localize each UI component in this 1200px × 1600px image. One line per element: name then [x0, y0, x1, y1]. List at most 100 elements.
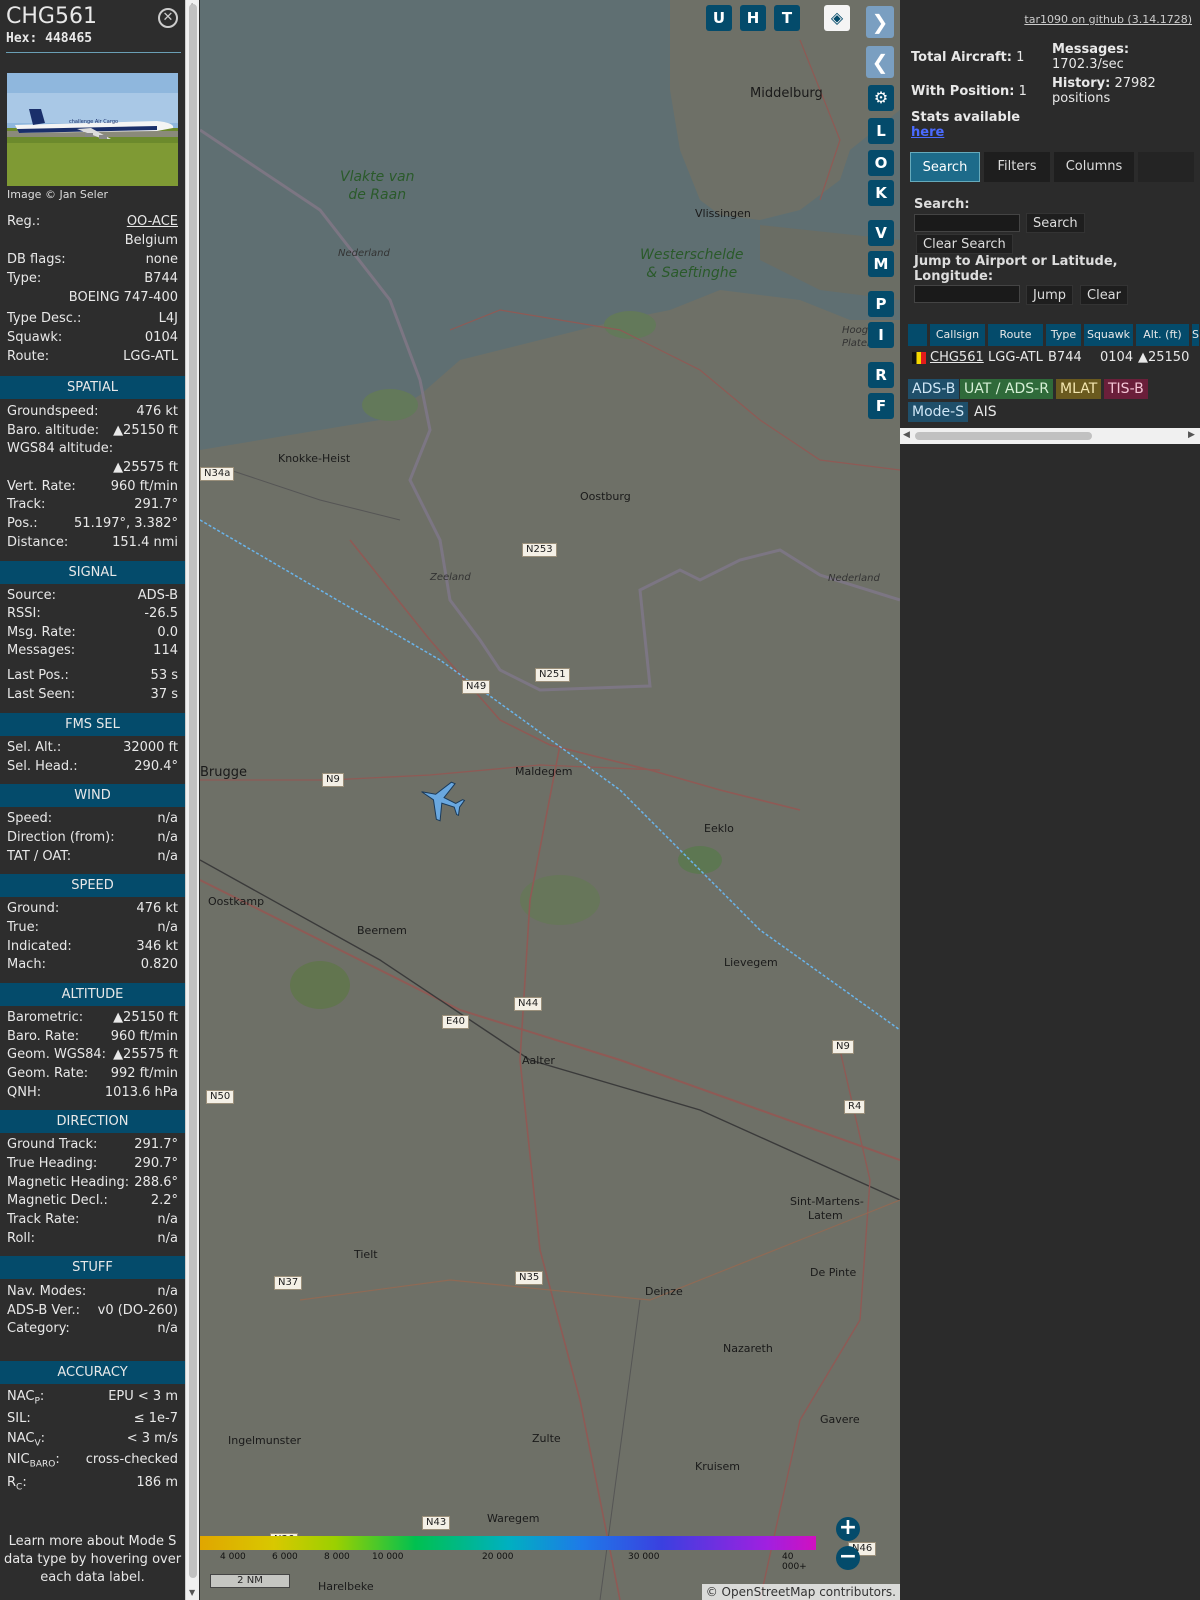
data-label[interactable]: Last Pos.:	[7, 667, 69, 685]
data-label[interactable]: Magnetic Decl.:	[7, 1192, 108, 1210]
aircraft-callsign: CHG561	[6, 4, 97, 29]
search-button[interactable]: Search	[1026, 213, 1085, 233]
tab-search[interactable]: Search	[910, 152, 980, 182]
data-label[interactable]: NACP:	[7, 1388, 44, 1411]
column-flag[interactable]	[908, 324, 928, 346]
map-view[interactable]: Middelburg Vlissingen Knokke-Heist Oostburg…	[200, 0, 900, 1600]
github-link[interactable]: tar1090 on github (3.14.1728)	[1024, 13, 1192, 26]
clear-search-button[interactable]: Clear Search	[916, 234, 1013, 254]
map-button-u[interactable]: U	[706, 5, 732, 31]
source-tag: ADS-B	[908, 379, 960, 399]
column-altitude[interactable]: Alt. (ft)	[1136, 324, 1190, 346]
data-label[interactable]: ADS-B Ver.:	[7, 1302, 80, 1320]
column-callsign[interactable]: Callsign	[930, 324, 986, 346]
info-row-value: BOEING 747-400	[68, 290, 178, 305]
settings-gear-icon[interactable]: ⚙	[868, 85, 894, 111]
data-label[interactable]: Geom. Rate:	[7, 1065, 88, 1083]
map-button-k[interactable]: K	[868, 180, 894, 206]
map-button-f[interactable]: F	[868, 393, 894, 419]
data-label[interactable]: Direction (from):	[7, 829, 115, 847]
data-label[interactable]: Ground:	[7, 900, 59, 918]
data-label[interactable]: Geom. WGS84:	[7, 1046, 106, 1064]
data-label[interactable]: Track:	[7, 496, 45, 514]
data-value: v0 (DO-260)	[97, 1303, 178, 1318]
data-label[interactable]: Groundspeed:	[7, 403, 98, 421]
tab-columns[interactable]: Columns	[1054, 152, 1134, 182]
aircraft-photo[interactable]: challenge Air Cargo	[7, 73, 178, 186]
data-label[interactable]: True Heading:	[7, 1155, 97, 1173]
map-button-r[interactable]: R	[868, 362, 894, 388]
column-speed[interactable]: S	[1192, 324, 1200, 346]
data-label[interactable]: True:	[7, 919, 39, 937]
scroll-right-icon[interactable]: ▶	[1188, 430, 1195, 440]
stats-link[interactable]: here	[911, 125, 944, 140]
data-label[interactable]: Baro. Rate:	[7, 1028, 79, 1046]
zoom-out-icon[interactable]: −	[836, 1546, 860, 1570]
table-horizontal-scrollbar[interactable]: ◀ ▶	[900, 428, 1200, 444]
data-value: ≤ 1e-7	[133, 1411, 178, 1426]
map-attribution[interactable]: © OpenStreetMap contributors.	[701, 1584, 900, 1600]
row-callsign[interactable]: CHG561	[930, 348, 984, 368]
info-panel-scrollbar[interactable]: ▲ ▼	[185, 0, 199, 1600]
scrollbar-thumb[interactable]	[189, 4, 197, 1578]
data-label[interactable]: Sel. Alt.:	[7, 739, 61, 757]
column-route[interactable]: Route	[988, 324, 1044, 346]
data-label[interactable]: Last Seen:	[7, 686, 75, 704]
data-label[interactable]: Speed:	[7, 810, 52, 828]
map-button-t[interactable]: T	[774, 5, 800, 31]
map-button-v[interactable]: V	[868, 220, 894, 246]
zoom-in-icon[interactable]: +	[836, 1517, 860, 1541]
close-icon[interactable]: ✕	[158, 8, 178, 28]
data-label[interactable]: Barometric:	[7, 1009, 83, 1027]
data-label[interactable]: Source:	[7, 587, 56, 605]
data-label[interactable]: Track Rate:	[7, 1211, 79, 1229]
map-button-l[interactable]: L	[868, 118, 894, 144]
data-label[interactable]: Nav. Modes:	[7, 1283, 86, 1301]
data-label[interactable]: NACV:	[7, 1430, 45, 1453]
map-button-p[interactable]: P	[868, 291, 894, 317]
data-label[interactable]: TAT / OAT:	[7, 848, 71, 866]
data-label[interactable]: Category:	[7, 1320, 70, 1338]
data-label[interactable]: Indicated:	[7, 938, 72, 956]
data-label[interactable]: NICBARO:	[7, 1451, 60, 1474]
place-label: Deinze	[645, 1285, 683, 1298]
stats-available: Stats available here	[911, 110, 1020, 140]
tab-filters[interactable]: Filters	[984, 152, 1050, 182]
layers-icon[interactable]: ◈	[824, 5, 850, 31]
clear-button[interactable]: Clear	[1080, 285, 1128, 305]
aircraft-icon[interactable]	[414, 773, 469, 826]
direction-row: True Heading: 290.7°	[7, 1155, 178, 1173]
horizontal-scrollbar-thumb[interactable]	[915, 432, 1092, 440]
column-type[interactable]: Type	[1046, 324, 1082, 346]
data-label[interactable]: Sel. Head.:	[7, 758, 78, 776]
search-input[interactable]	[914, 214, 1020, 232]
source-tag: MLAT	[1056, 379, 1102, 399]
jump-input[interactable]	[914, 285, 1020, 303]
data-label[interactable]: Roll:	[7, 1230, 35, 1248]
map-button-o[interactable]: O	[868, 150, 894, 176]
info-row-value[interactable]: OO-ACE	[127, 213, 178, 231]
data-label[interactable]: Magnetic Heading:	[7, 1174, 129, 1192]
data-label[interactable]: RC:	[7, 1474, 27, 1497]
data-label[interactable]: WGS84 altitude:	[7, 440, 113, 458]
tab-extra[interactable]	[1138, 152, 1194, 182]
map-button-h[interactable]: H	[740, 5, 766, 31]
scroll-down-icon[interactable]: ▼	[189, 1588, 195, 1597]
data-label[interactable]: Mach:	[7, 956, 46, 974]
data-label[interactable]: Baro. altitude:	[7, 422, 99, 440]
jump-button[interactable]: Jump	[1026, 285, 1073, 305]
data-label[interactable]: Distance:	[7, 534, 68, 552]
data-label[interactable]: Msg. Rate:	[7, 624, 76, 642]
data-label[interactable]: Ground Track:	[7, 1136, 97, 1154]
scroll-left-icon[interactable]: ◀	[903, 430, 910, 440]
map-button-i[interactable]: I	[868, 322, 894, 348]
data-label[interactable]: Messages:	[7, 642, 75, 660]
map-button-m[interactable]: M	[868, 251, 894, 277]
column-squawk[interactable]: Squawk	[1084, 324, 1134, 346]
collapse-sidebar-icon[interactable]: ❮	[866, 46, 894, 78]
data-label[interactable]: QNH:	[7, 1084, 41, 1102]
data-label[interactable]: Pos.:	[7, 515, 38, 533]
data-label[interactable]: Vert. Rate:	[7, 478, 76, 496]
data-label[interactable]: RSSI:	[7, 605, 41, 623]
expand-sidebar-icon[interactable]: ❯	[866, 6, 894, 38]
